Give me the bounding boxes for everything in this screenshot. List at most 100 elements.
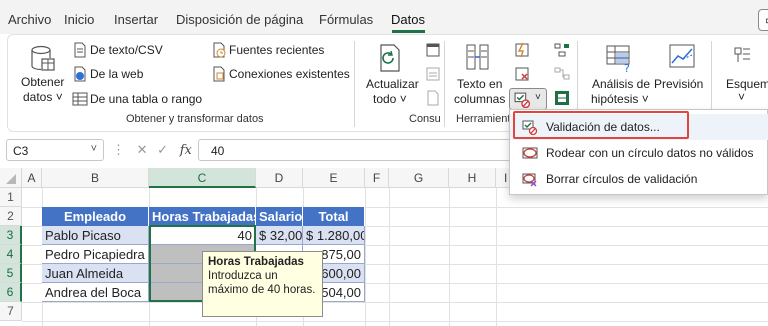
group-label-get-transform: Obtener y transformar datos <box>126 113 264 125</box>
get-data-dropdown[interactable]: datos ˅ <box>23 90 63 104</box>
gridline <box>449 188 450 326</box>
menu-item-label: Rodear con un círculo datos no válidos <box>546 146 754 160</box>
cell-c3[interactable]: 40 <box>149 226 256 245</box>
tooltip-line-1: Introduzca un <box>208 270 278 282</box>
tab-disposicion[interactable]: Disposición de página <box>176 12 303 27</box>
gridline <box>22 302 768 303</box>
col-header-g[interactable]: G <box>389 168 449 188</box>
menu-bar: Archivo Inicio Insertar Disposición de p… <box>0 0 768 34</box>
data-validation-split-button[interactable]: ˅ <box>509 88 547 110</box>
group-label-queries: Consu <box>409 113 441 125</box>
properties-icon <box>426 67 440 81</box>
existing-connections-icon <box>213 66 225 82</box>
outline-button[interactable]: Esquema <box>726 77 768 91</box>
row-header-5[interactable]: 5 <box>0 264 22 283</box>
header-empleado[interactable]: Empleado <box>42 207 149 226</box>
cell-b3[interactable]: Pablo Picaso <box>42 226 149 245</box>
row-header-6[interactable]: 6 <box>0 283 22 302</box>
enter-icon[interactable]: ✓ <box>157 142 168 157</box>
tooltip-title: Horas Trabajadas <box>208 256 304 268</box>
col-header-h[interactable]: H <box>449 168 496 188</box>
circle-invalid-icon <box>522 147 538 159</box>
col-header-c[interactable]: C <box>149 168 256 188</box>
menu-item-data-validation[interactable]: Validación de datos... <box>510 114 768 140</box>
name-box[interactable]: C3 ˅ <box>6 139 104 161</box>
gridline <box>389 188 390 326</box>
cell-d3[interactable]: $ 32,00 <box>256 226 303 245</box>
select-all-corner[interactable] <box>0 168 22 188</box>
col-header-d[interactable]: D <box>256 168 303 188</box>
what-if-analysis-dropdown[interactable]: hipótesis ˅ <box>591 92 649 106</box>
group-label-data-tools: Herramient <box>456 113 511 125</box>
existing-connections-button[interactable]: Conexiones existentes <box>229 67 350 81</box>
recent-sources-button[interactable]: Fuentes recientes <box>229 43 324 57</box>
chevron-down-icon: ˅ <box>535 92 541 103</box>
queries-connections-icon <box>426 43 440 57</box>
ribbon-separator <box>444 41 445 127</box>
text-to-columns-icon <box>466 44 489 70</box>
row-header-7[interactable]: 7 <box>0 302 22 321</box>
gridline <box>22 321 768 322</box>
forecast-sheet-button[interactable]: Previsión <box>654 77 703 91</box>
cancel-icon[interactable]: ✕ <box>137 142 148 157</box>
name-box-value: C3 <box>13 144 29 158</box>
header-salario[interactable]: Salario <box>256 207 303 226</box>
row-header-2[interactable]: 2 <box>0 207 22 226</box>
insert-function-icon[interactable]: fx <box>180 143 192 158</box>
consolidate-icon <box>554 43 569 57</box>
chevron-down-icon[interactable]: ˅ <box>91 143 97 155</box>
row-header-1[interactable]: 1 <box>0 188 22 207</box>
refresh-all-icon <box>380 44 400 72</box>
formula-controls: ⋮ ✕ ✓ fx <box>112 142 192 158</box>
data-validation-icon <box>522 120 538 135</box>
forecast-sheet-icon <box>669 44 695 68</box>
cell-b6[interactable]: Andrea del Boca <box>42 283 149 302</box>
menu-item-label: Borrar círculos de validación <box>546 172 698 186</box>
row-header-4[interactable]: 4 <box>0 245 22 264</box>
web-icon <box>74 66 86 82</box>
data-model-icon <box>555 91 569 105</box>
what-if-analysis-button[interactable]: Análisis de <box>592 77 650 91</box>
cell-b5[interactable]: Juan Almeida <box>42 264 149 283</box>
row-header-3[interactable]: 3 <box>0 226 22 245</box>
header-horas[interactable]: Horas Trabajadas <box>149 207 256 226</box>
col-header-b[interactable]: B <box>42 168 149 188</box>
gridline <box>496 188 497 326</box>
formula-value: 40 <box>211 144 225 158</box>
database-icon <box>31 45 55 71</box>
refresh-all-button[interactable]: Actualizar <box>366 77 419 91</box>
from-table-range-button[interactable]: De una tabla o rango <box>90 92 202 106</box>
col-header-a[interactable]: A <box>22 168 42 188</box>
cell-e3[interactable]: $ 1.280,00 <box>303 226 365 245</box>
tab-inicio[interactable]: Inicio <box>64 12 94 27</box>
tab-datos[interactable]: Datos <box>391 12 425 27</box>
formula-input[interactable]: 40 <box>198 139 518 161</box>
menu-item-clear-circles[interactable]: Borrar círculos de validación <box>510 166 768 192</box>
relationships-icon <box>554 67 570 80</box>
data-validation-menu: Validación de datos... Rodear con un cír… <box>509 109 768 195</box>
from-web-button[interactable]: De la web <box>90 67 143 81</box>
refresh-all-dropdown[interactable]: todo ˅ <box>373 92 407 106</box>
tab-formulas[interactable]: Fórmulas <box>319 12 373 27</box>
get-data-button[interactable]: Obtener <box>21 75 64 89</box>
col-header-f[interactable]: F <box>365 168 389 188</box>
clear-circles-icon <box>522 173 537 187</box>
text-to-columns-button[interactable]: Texto en <box>457 77 502 91</box>
outline-dropdown[interactable]: ˅ <box>738 90 745 104</box>
menu-item-label: Validación de datos... <box>546 120 660 134</box>
cell-b4[interactable]: Pedro Picapiedra <box>42 245 149 264</box>
from-text-csv-button[interactable]: De texto/CSV <box>90 43 163 57</box>
validation-input-message: Horas Trabajadas Introduzca un máximo de… <box>202 251 323 317</box>
tab-insertar[interactable]: Insertar <box>114 12 158 27</box>
recent-sources-icon <box>213 42 226 58</box>
col-header-e[interactable]: E <box>303 168 365 188</box>
tab-archivo[interactable]: Archivo <box>8 12 51 27</box>
menu-item-circle-invalid[interactable]: Rodear con un círculo datos no válidos <box>510 140 768 166</box>
table-range-icon <box>72 92 88 106</box>
data-validation-icon <box>514 92 531 108</box>
tooltip-line-2: máximo de 40 horas. <box>208 284 316 296</box>
comments-button[interactable]: ▭ Co <box>758 9 768 31</box>
edit-links-icon <box>427 90 439 106</box>
active-tab-indicator <box>392 30 425 33</box>
header-total[interactable]: Total <box>303 207 365 226</box>
